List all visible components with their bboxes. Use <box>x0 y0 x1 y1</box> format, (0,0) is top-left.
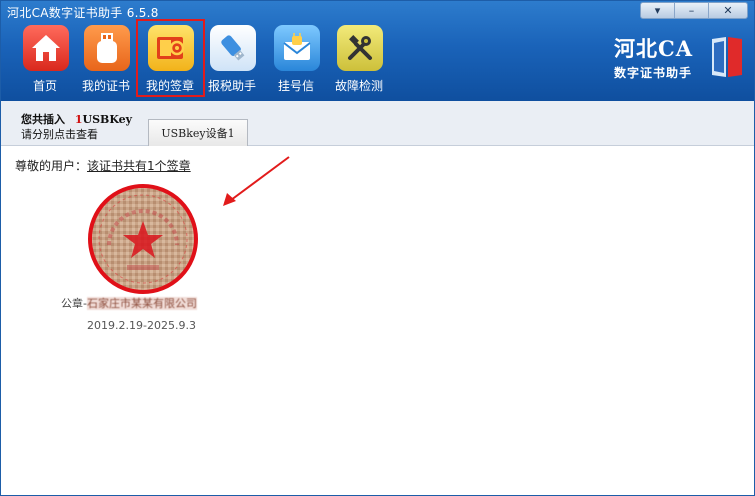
usb-key-icon <box>84 25 130 71</box>
seal-name-prefix: 公章- <box>61 297 87 310</box>
seal-name-redacted: 石家庄市某某有限公司 <box>86 297 197 310</box>
insert-prefix: 您共插入 <box>21 113 65 126</box>
seal-name: 公章-石家庄市某某有限公司 <box>61 295 231 311</box>
greeting-prefix: 尊敬的用户： <box>15 159 88 173</box>
usbkey-info-bar: 您共插入 1USBKey 请分别点击查看 USBkey设备1 <box>1 101 754 146</box>
selected-tool-highlight <box>136 19 205 97</box>
usb-drive-icon <box>210 25 256 71</box>
toolbar-label: 报税助手 <box>207 79 256 93</box>
close-button[interactable]: ✕ <box>709 3 747 18</box>
tools-icon <box>337 25 383 71</box>
header-bar: 河北CA数字证书助手 6.5.8 ▾ – ✕ 首页 我的证书 我的签章 报税助手… <box>1 1 754 101</box>
toolbar-label: 故障检测 <box>334 79 383 93</box>
insert-suffix: USBKey <box>82 113 133 126</box>
menu-dropdown-button[interactable]: ▾ <box>641 3 675 18</box>
annotation-arrow-icon <box>223 156 290 206</box>
view-hint: 请分别点击查看 <box>21 128 98 141</box>
toolbar-label: 我的证书 <box>81 79 130 93</box>
envelope-lock-icon <box>274 25 320 71</box>
insert-count: 1 <box>74 113 83 126</box>
brand-subtitle: 数字证书助手 <box>614 66 693 80</box>
brand-logo-area: 河北CA 数字证书助手 <box>614 31 744 83</box>
insert-status: 您共插入 1USBKey <box>21 111 132 127</box>
greeting: 尊敬的用户：该证书共有1个签章 <box>15 157 191 174</box>
toolbar-item-tax-assistant[interactable]: 报税助手 <box>201 24 263 94</box>
minimize-button[interactable]: – <box>675 3 709 18</box>
seal-content-panel: 尊敬的用户：该证书共有1个签章 公章-石家庄市某某有限公司 2019.2.19-… <box>1 147 754 495</box>
seal-image[interactable] <box>87 183 199 295</box>
window-controls: ▾ – ✕ <box>640 2 748 19</box>
brand-flag-icon <box>712 37 742 77</box>
toolbar-item-home[interactable]: 首页 <box>14 24 76 94</box>
toolbar-item-my-certificate[interactable]: 我的证书 <box>75 24 137 94</box>
home-icon <box>23 25 69 71</box>
brand-name: 河北CA <box>614 36 694 61</box>
toolbar-item-fault-detection[interactable]: 故障检测 <box>328 24 390 94</box>
seal-count-link[interactable]: 该证书共有1个签章 <box>87 159 191 173</box>
toolbar-item-registered-mail[interactable]: 挂号信 <box>265 24 327 94</box>
app-window: 河北CA数字证书助手 6.5.8 ▾ – ✕ 首页 我的证书 我的签章 报税助手… <box>0 0 755 496</box>
tab-usbkey-device-1[interactable]: USBkey设备1 <box>148 119 248 146</box>
seal-validity-period: 2019.2.19-2025.9.3 <box>87 319 196 332</box>
